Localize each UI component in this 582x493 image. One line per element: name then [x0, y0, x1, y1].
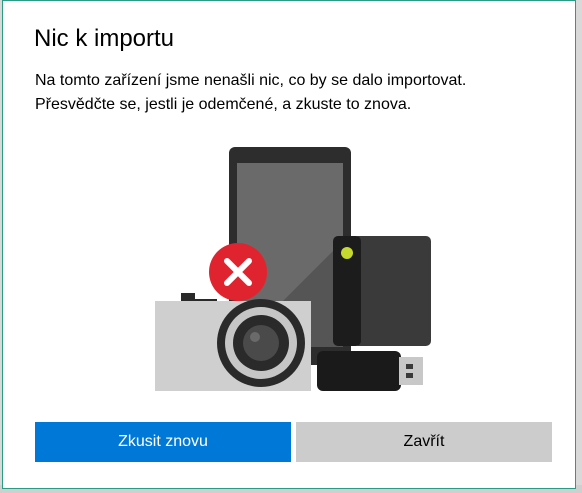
camera-icon — [155, 293, 311, 391]
import-dialog: Nic k importu Na tomto zařízení jsme nen… — [2, 0, 576, 489]
devices-illustration — [155, 147, 431, 391]
dialog-title: Nic k importu — [34, 25, 175, 52]
close-button[interactable]: Zavřít — [296, 422, 552, 462]
usb-stick-icon — [317, 351, 423, 391]
dialog-message: Na tomto zařízení jsme nenašli nic, co b… — [35, 69, 555, 117]
error-badge-icon — [209, 243, 267, 301]
retry-button[interactable]: Zkusit znovu — [35, 422, 291, 462]
message-line-1: Na tomto zařízení jsme nenašli nic, co b… — [35, 72, 467, 89]
external-drive-icon — [333, 236, 431, 346]
message-line-2: Přesvědčte se, jestli je odemčené, a zku… — [35, 96, 412, 113]
